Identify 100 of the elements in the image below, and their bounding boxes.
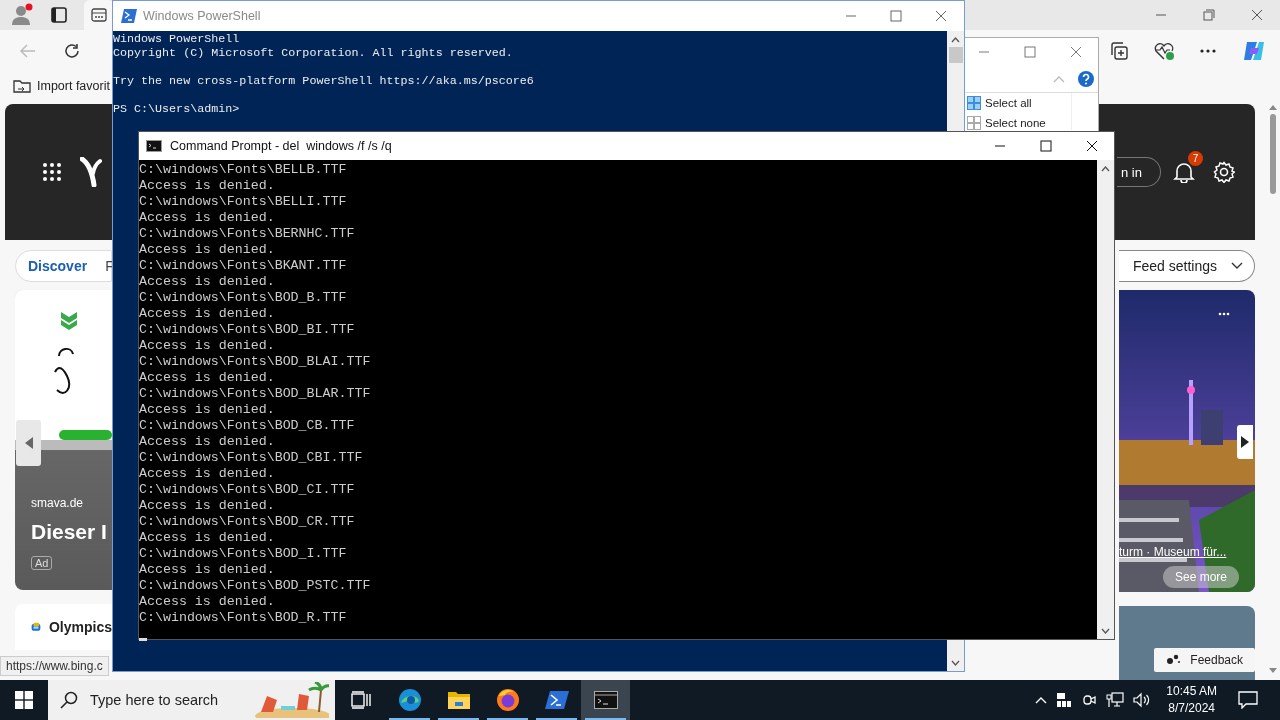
taskbar-button[interactable] bbox=[581, 680, 630, 720]
console-line: Access is denied. bbox=[139, 178, 275, 194]
window-title: Windows PowerShell bbox=[143, 9, 261, 23]
maximize-icon[interactable] bbox=[1040, 140, 1052, 152]
console-line: Access is denied. bbox=[139, 402, 275, 418]
console-line: Access is denied. bbox=[139, 210, 275, 226]
previous-button[interactable] bbox=[16, 420, 41, 466]
search-bar[interactable]: Type here to search bbox=[48, 680, 335, 720]
console-line: C:\windows\Fonts\BOD_CR.TTF bbox=[139, 514, 355, 530]
swirl-icon bbox=[397, 688, 422, 712]
more-icon[interactable] bbox=[1218, 312, 1230, 316]
close-icon[interactable] bbox=[1086, 140, 1098, 152]
console-line: Access is denied. bbox=[139, 530, 275, 546]
console-line: C:\windows\Fonts\BOD_B.TTF bbox=[139, 290, 347, 306]
console-line: Access is denied. bbox=[139, 498, 275, 514]
console-line: Access is denied. bbox=[139, 562, 275, 578]
scroll-down-icon[interactable] bbox=[1269, 668, 1277, 674]
feedback-button[interactable]: Feedback bbox=[1154, 648, 1255, 672]
olympics-title[interactable]: Olympics bbox=[48, 619, 112, 635]
clock-date[interactable]: 8/7/2024 bbox=[1168, 700, 1215, 717]
leaf-logo-icon bbox=[80, 157, 102, 187]
grid-select-icon bbox=[967, 116, 981, 130]
console-line: Windows PowerShell bbox=[113, 32, 240, 46]
console-line: C:\windows\Fonts\BOD_PSTC.TTF bbox=[139, 578, 371, 594]
console-line: C:\windows\Fonts\BOD_I.TTF bbox=[139, 546, 347, 562]
scrollbar-thumb[interactable] bbox=[1270, 114, 1276, 194]
notification-icon[interactable] bbox=[1238, 691, 1258, 709]
more-icon[interactable] bbox=[1199, 48, 1217, 54]
console-line: PS C:\Users\admin> bbox=[113, 102, 240, 116]
console-line: Access is denied. bbox=[139, 306, 275, 322]
text-cursor bbox=[139, 638, 147, 641]
next-button[interactable] bbox=[1237, 425, 1253, 459]
console-line: C:\windows\Fonts\BELLB.TTF bbox=[139, 162, 347, 178]
feed-settings-button[interactable]: Feed settings bbox=[1119, 250, 1255, 282]
right-triangle-icon bbox=[1241, 436, 1249, 448]
scroll-up-icon[interactable] bbox=[1269, 104, 1277, 110]
task-view-icon bbox=[350, 691, 371, 709]
restore-icon[interactable] bbox=[1203, 9, 1215, 21]
settings-icon[interactable] bbox=[1213, 161, 1235, 183]
terminal-chevron-icon bbox=[544, 690, 569, 710]
console-line: Try the new cross-platform PowerShell https://aka.ms/pscore6 bbox=[113, 74, 534, 88]
console-line: C:\windows\Fonts\BOD_BLAR.TTF bbox=[139, 386, 371, 402]
scroll-down-icon[interactable] bbox=[1101, 628, 1110, 634]
folder-arrows-icon[interactable] bbox=[13, 78, 31, 94]
network-icon[interactable] bbox=[1106, 692, 1125, 708]
console-line: Access is denied. bbox=[139, 594, 275, 610]
console-line: C:\windows\Fonts\BOD_CI.TTF bbox=[139, 482, 355, 498]
console-line: C:\windows\Fonts\BERNHC.TTF bbox=[139, 226, 355, 242]
status-url: https://www.bing.c bbox=[0, 656, 109, 676]
ad-badge: Ad bbox=[31, 556, 53, 570]
console-line: C:\windows\Fonts\BOD_BI.TTF bbox=[139, 322, 355, 338]
console-icon bbox=[146, 140, 162, 152]
console-line: Access is denied. bbox=[139, 338, 275, 354]
grid-select-icon bbox=[967, 96, 981, 110]
clock-time[interactable]: 10:45 AM bbox=[1166, 683, 1217, 700]
tab-page-icon[interactable] bbox=[91, 7, 107, 23]
collections-icon[interactable] bbox=[1109, 41, 1129, 61]
ad-headline[interactable]: Dieser I bbox=[31, 520, 112, 544]
console-line: Access is denied. bbox=[139, 466, 275, 482]
console-line: Copyright (C) Microsoft Corporation. All rights reserved. bbox=[113, 46, 513, 60]
console-line: Access is denied. bbox=[139, 434, 275, 450]
folder-icon bbox=[446, 689, 471, 711]
scrollbar-thumb[interactable] bbox=[948, 47, 963, 63]
help-icon[interactable] bbox=[1077, 70, 1095, 88]
search-field[interactable]: Type here to search bbox=[88, 691, 242, 709]
scroll-up-icon[interactable] bbox=[1101, 166, 1110, 172]
windows-logo-icon bbox=[15, 691, 33, 709]
ribbon-command[interactable]: Select none bbox=[967, 116, 1071, 130]
window-title: Command Prompt - del windows /f /s /q bbox=[170, 139, 392, 153]
console-line: C:\windows\Fonts\BOD_CBI.TTF bbox=[139, 450, 363, 466]
chevron-up-icon[interactable] bbox=[1035, 696, 1048, 704]
people-icon bbox=[1166, 654, 1181, 666]
console-line: Access is denied. bbox=[139, 242, 275, 258]
heart-pulse-icon[interactable] bbox=[1153, 41, 1175, 61]
console-line: C:\windows\Fonts\BOD_BLAI.TTF bbox=[139, 354, 371, 370]
console-line: C:\windows\Fonts\BELLI.TTF bbox=[139, 194, 347, 210]
chevron-down-icon bbox=[1231, 262, 1244, 270]
speaker-icon[interactable] bbox=[1133, 692, 1152, 708]
console-line: C:\windows\Fonts\BKANT.TTF bbox=[139, 258, 347, 274]
console-line: C:\windows\Fonts\BOD_CB.TTF bbox=[139, 418, 355, 434]
camera-icon[interactable] bbox=[1081, 692, 1098, 708]
scrollbar[interactable] bbox=[1097, 160, 1114, 639]
apps-grid-icon[interactable] bbox=[42, 162, 62, 182]
keyboard-blocks-icon[interactable] bbox=[1056, 692, 1073, 708]
close-icon[interactable] bbox=[1251, 9, 1263, 21]
profile-icon[interactable] bbox=[10, 3, 34, 27]
feed-tab[interactable]: Discover bbox=[28, 258, 88, 274]
scroll-up-icon[interactable] bbox=[951, 37, 960, 43]
console-line: C:\windows\Fonts\BOD_R.TTF bbox=[139, 610, 347, 626]
bell-icon[interactable] bbox=[1173, 161, 1195, 183]
console-icon bbox=[593, 691, 618, 709]
favorites-link[interactable]: Import favorit bbox=[37, 79, 110, 93]
search-icon bbox=[60, 691, 78, 709]
console-line: Access is denied. bbox=[139, 274, 275, 290]
tab-actions-icon[interactable] bbox=[50, 6, 68, 24]
ribbon-command[interactable]: Select all bbox=[967, 96, 1071, 110]
refresh-icon[interactable] bbox=[63, 42, 81, 60]
scroll-down-icon[interactable] bbox=[951, 660, 960, 666]
news-caption[interactable]: turm · Museum für... bbox=[1119, 545, 1227, 559]
terminal-chevron-icon bbox=[121, 9, 137, 23]
